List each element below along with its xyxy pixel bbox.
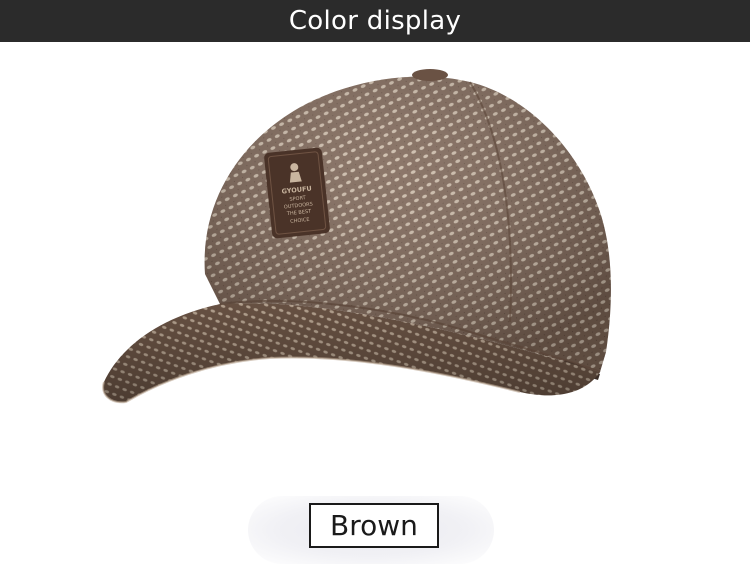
header-bar: Color display [0, 0, 750, 42]
product-photo: GYOUFU SPORT OUTDOORS THE BEST CHOICE [0, 42, 750, 564]
color-label-text: Brown [330, 509, 418, 542]
logo-patch: GYOUFU SPORT OUTDOORS THE BEST CHOICE [264, 147, 330, 239]
color-label: Brown [309, 503, 439, 548]
header-title: Color display [288, 6, 462, 36]
